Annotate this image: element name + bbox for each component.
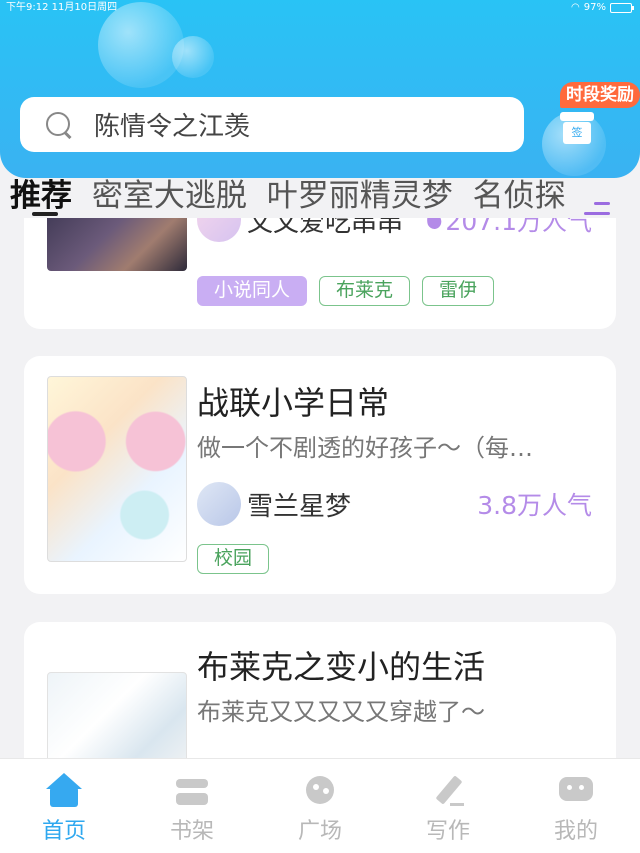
tab-detective[interactable]: 名侦探	[473, 174, 566, 218]
author-row: 雪兰星梦 3.8万人气	[197, 482, 592, 526]
write-icon	[430, 773, 466, 809]
tag[interactable]: 雷伊	[422, 276, 495, 306]
tab-recommend[interactable]: 推荐	[10, 174, 72, 218]
story-title[interactable]: 布莱克之变小的生活	[197, 642, 485, 688]
header: 下午9:12 11月10日周四 ◠ 97% 陈情令之江羡 签	[0, 0, 640, 178]
search-input[interactable]: 陈情令之江羡	[94, 106, 250, 143]
tabbar-bookshelf[interactable]: 书架	[128, 759, 256, 853]
status-time: 下午9:12 11月10日周四	[6, 2, 118, 13]
search-icon	[44, 110, 74, 140]
story-cover[interactable]	[47, 672, 187, 758]
wifi-icon: ◠	[571, 2, 580, 13]
tag-list: 小说同人 布莱克 雷伊	[197, 276, 495, 306]
story-card[interactable]: 战联小学日常 做一个不剧透的好孩子～（每… 雪兰星梦 3.8万人气 校园	[24, 356, 616, 594]
tabbar-label: 写作	[425, 819, 470, 844]
popularity: 3.8万人气	[477, 491, 592, 520]
story-cover[interactable]	[47, 376, 187, 562]
status-right: ◠ 97%	[571, 0, 634, 16]
story-card[interactable]: 布莱克之变小的生活 布莱克又又又又又穿越了～	[24, 622, 616, 758]
tabbar-label: 首页	[41, 819, 86, 844]
story-list[interactable]: 文文爱吃串串 207.1万人气 小说同人 布莱克 雷伊 战联小学日常 做一个不剧…	[0, 218, 640, 758]
battery-percent: 97%	[583, 2, 606, 13]
sign-in-label: 签	[563, 122, 591, 144]
popularity: 207.1万人气	[425, 218, 592, 238]
tab-yeloli[interactable]: 叶罗丽精灵梦	[267, 174, 453, 218]
tag[interactable]: 布莱克	[319, 276, 411, 306]
tabbar-home[interactable]: 首页	[0, 759, 128, 853]
sign-in-gift-icon[interactable]: 签	[560, 112, 594, 144]
flame-icon	[425, 218, 443, 231]
decor-bubble	[172, 36, 214, 78]
plaza-icon	[302, 773, 338, 809]
tabbar-label: 我的	[553, 819, 598, 844]
tag[interactable]: 小说同人	[197, 276, 308, 306]
bottom-tab-bar: 首页 书架 广场 写作 我的	[0, 758, 640, 853]
story-description: 做一个不剧透的好孩子～（每…	[197, 434, 533, 462]
status-bar: 下午9:12 11月10日周四 ◠ 97%	[0, 0, 640, 16]
story-description: 布莱克又又又又又穿越了～	[197, 698, 485, 726]
tab-escape-room[interactable]: 密室大逃脱	[92, 174, 247, 218]
story-card[interactable]: 文文爱吃串串 207.1万人气 小说同人 布莱克 雷伊	[24, 218, 616, 329]
story-cover[interactable]	[47, 218, 187, 271]
tabbar-profile[interactable]: 我的	[512, 759, 640, 853]
tabbar-write[interactable]: 写作	[384, 759, 512, 853]
bookshelf-icon	[174, 773, 210, 809]
time-reward-badge[interactable]: 时段奖励	[560, 82, 640, 108]
battery-icon	[610, 3, 634, 13]
tag-list: 校园	[197, 544, 270, 574]
tabbar-plaza[interactable]: 广场	[256, 759, 384, 853]
profile-icon	[558, 773, 594, 809]
avatar[interactable]	[197, 482, 241, 526]
tag[interactable]: 校园	[197, 544, 270, 574]
category-tabs: 推荐 密室大逃脱 叶罗丽精灵梦 名侦探	[0, 174, 640, 218]
search-bar[interactable]: 陈情令之江羡	[20, 97, 524, 152]
avatar[interactable]	[197, 218, 241, 242]
story-title[interactable]: 战联小学日常	[197, 378, 389, 424]
author-name[interactable]: 文文爱吃串串	[247, 218, 403, 239]
author-row: 文文爱吃串串 207.1万人气	[197, 218, 592, 242]
home-icon	[46, 773, 82, 809]
tabbar-label: 广场	[297, 819, 342, 844]
tabbar-label: 书架	[169, 819, 214, 844]
author-name[interactable]: 雪兰星梦	[247, 486, 351, 523]
